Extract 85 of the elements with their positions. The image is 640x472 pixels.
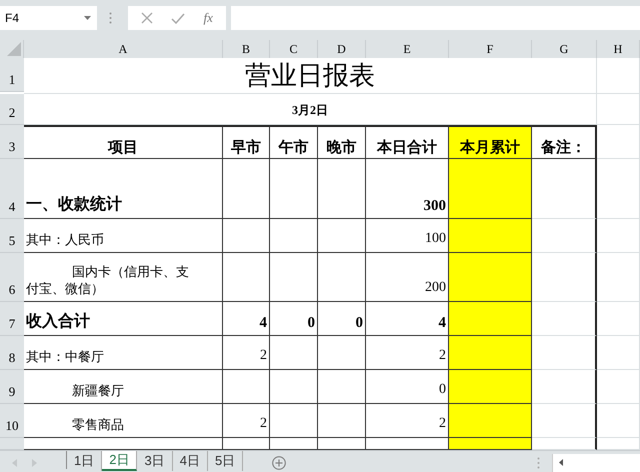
empty-cell — [270, 159, 318, 219]
sheet-tab[interactable]: 5日 — [208, 451, 244, 471]
check-icon[interactable] — [171, 12, 186, 24]
empty-cell — [318, 336, 366, 370]
insert-function-button[interactable]: fx — [204, 10, 213, 26]
empty-cell — [223, 370, 270, 404]
empty-cell — [223, 159, 270, 219]
row-header[interactable]: 1 — [0, 58, 24, 92]
empty-cell — [318, 219, 366, 253]
table-cell: 其中：人民币 — [24, 219, 223, 253]
empty-cell — [318, 404, 366, 438]
name-box[interactable]: F4 — [0, 6, 97, 30]
select-all-icon[interactable] — [7, 42, 21, 56]
empty-cell — [318, 159, 366, 219]
table-cell: 其中：中餐厅 — [24, 336, 223, 370]
empty-cell — [597, 58, 640, 94]
empty-cell — [318, 438, 366, 450]
empty-cell — [270, 336, 318, 370]
empty-cell — [597, 370, 640, 404]
sheet-tab[interactable]: 2日 — [102, 451, 138, 471]
column-title: 本月累计 — [449, 125, 532, 159]
empty-cell — [223, 438, 270, 450]
row-header[interactable]: 8 — [0, 336, 24, 370]
empty-cell — [223, 219, 270, 253]
column-header[interactable]: H — [597, 40, 640, 58]
table-cell: 2 — [223, 336, 270, 370]
row-header[interactable] — [0, 438, 24, 450]
table-cell: 零售商品 — [24, 404, 223, 438]
sheet-tab[interactable]: 4日 — [172, 451, 208, 471]
empty-cell — [597, 253, 640, 302]
empty-cell — [597, 302, 640, 336]
row-header[interactable]: 3 — [0, 125, 24, 159]
empty-cell — [597, 219, 640, 253]
empty-cell — [597, 94, 640, 125]
row-header[interactable]: 9 — [0, 370, 24, 404]
row-header[interactable]: 10 — [0, 404, 24, 438]
sheet-title: 营业日报表 — [24, 58, 597, 94]
column-title: 早市 — [223, 125, 270, 159]
row-header[interactable]: 5 — [0, 219, 24, 253]
cancel-icon[interactable] — [141, 12, 154, 24]
table-cell: 2 — [223, 404, 270, 438]
column-title: 午市 — [270, 125, 318, 159]
row-header[interactable]: 4 — [0, 159, 24, 219]
row-header[interactable]: 2 — [0, 94, 24, 125]
empty-cell — [270, 253, 318, 302]
table-cell: 0 — [318, 302, 366, 336]
column-title: 备注： — [532, 125, 597, 159]
table-cell: 收入合计 — [24, 302, 223, 336]
sheet-tab[interactable]: 3日 — [137, 451, 173, 471]
row-header[interactable]: 6 — [0, 253, 24, 302]
scroll-right-icon[interactable] — [32, 458, 37, 466]
row-header[interactable]: 7 — [0, 302, 24, 336]
column-title: 晚市 — [318, 125, 366, 159]
grip-icon — [109, 12, 112, 24]
empty-cell — [223, 253, 270, 302]
column-header[interactable]: D — [318, 40, 366, 58]
table-cell: 一、收款统计 — [24, 159, 223, 219]
scroll-left-icon[interactable] — [559, 459, 563, 466]
column-header[interactable]: G — [532, 40, 597, 58]
column-header[interactable]: B — [223, 40, 270, 58]
empty-cell — [597, 404, 640, 438]
column-header[interactable]: A — [24, 40, 223, 58]
column-header[interactable]: C — [270, 40, 318, 58]
cell-reference: F4 — [5, 11, 20, 25]
caret-icon — [84, 16, 91, 20]
column-header[interactable]: F — [449, 40, 532, 58]
empty-cell — [270, 438, 318, 450]
grip-icon — [537, 456, 540, 468]
empty-cell — [270, 404, 318, 438]
table-cell: 新疆餐厅 — [24, 370, 223, 404]
empty-cell — [597, 125, 640, 159]
column-header[interactable]: E — [366, 40, 449, 58]
empty-cell — [597, 336, 640, 370]
column-title: 项目 — [24, 125, 223, 159]
add-sheet-icon[interactable] — [272, 456, 286, 470]
empty-cell — [318, 370, 366, 404]
horizontal-scrollbar[interactable] — [552, 454, 640, 472]
formula-input[interactable] — [231, 6, 640, 30]
table-cell: 4 — [223, 302, 270, 336]
empty-cell — [597, 159, 640, 219]
empty-cell — [270, 370, 318, 404]
empty-cell — [270, 219, 318, 253]
empty-cell — [318, 253, 366, 302]
table-cell: 0 — [270, 302, 318, 336]
table-cell: 国内卡（信用卡、支付宝、微信） — [24, 253, 223, 302]
